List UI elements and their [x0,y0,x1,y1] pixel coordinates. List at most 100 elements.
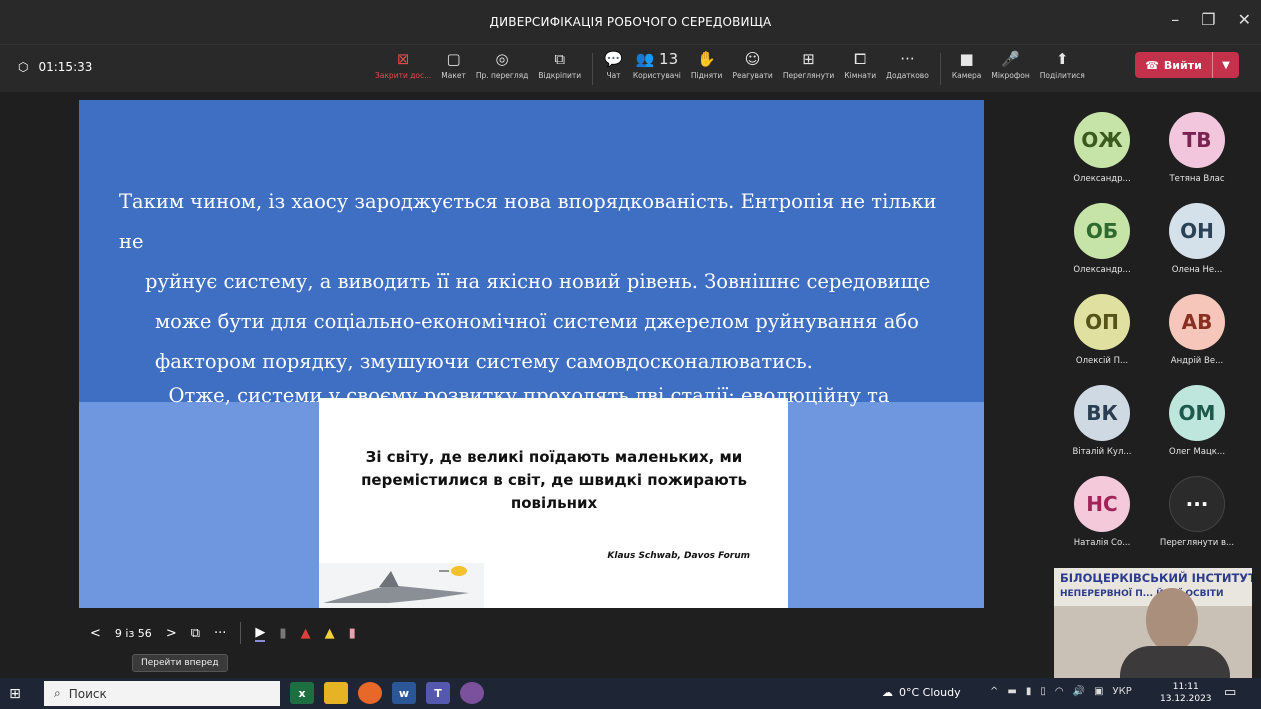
clock[interactable]: 11:11 13.12.2023 [1160,681,1212,705]
toolbar-label: Пр. перегляд [475,71,529,80]
network-icon[interactable]: ▬ [1007,686,1016,697]
pointer-tool-icon[interactable]: ▶ [255,625,266,642]
people-button[interactable]: 👥 13 Користувачі [628,49,686,89]
eraser-tool-icon[interactable]: ▮ [279,626,286,641]
leave-button[interactable]: ☎ Вийти ▼ [1135,52,1239,78]
view-grid-icon: ⊞ [802,50,815,68]
toolbar-label: Макет [441,71,466,80]
participant-name: Переглянути в... [1159,538,1235,548]
avatar: ОН [1169,203,1225,259]
more-button[interactable]: ··· Додатково [881,49,934,89]
people-icon: 👥 13 [635,50,679,68]
viber-icon[interactable] [460,682,484,704]
participant-tile[interactable]: ОБ Олександр... [1062,203,1142,275]
search-icon: ⌕ [54,686,61,700]
teams-icon[interactable]: T [426,682,450,704]
avatar: ОМ [1169,385,1225,441]
participant-tile[interactable]: НС Наталія Со... [1062,476,1142,548]
participant-name: Олег Мацк... [1168,447,1226,457]
hand-button[interactable]: ✋ Підняти [686,49,728,89]
mic-button[interactable]: 🎤 Мікрофон [986,49,1034,89]
system-tray: ^ ▬ ▮ ▯ ◠ 🔊 ▣ УКР [990,686,1132,697]
quote-card: Зі світу, де великі поїдають маленьких, … [319,398,788,608]
view-icon: ◎ [495,50,509,68]
pen-red-icon[interactable]: ▲ [301,626,311,641]
participant-tile[interactable]: ВК Віталій Кул... [1062,385,1142,457]
rooms-button[interactable]: ⧠ Кімнати [839,49,881,89]
participant-tile[interactable]: ОЖ Олександр... [1062,112,1142,184]
avatar: ОЖ [1074,112,1130,168]
taskbar-search[interactable]: ⌕ Поиск [44,681,280,706]
more-icon[interactable]: ··· [214,626,226,641]
maximize-button[interactable]: ❐ [1201,10,1215,29]
close-share-icon: ⊠ [396,50,410,68]
participant-tile[interactable]: ОН Олена Не... [1157,203,1237,275]
rooms-icon: ⧠ [854,50,867,68]
close-share-button[interactable]: ⊠ Закрити дос... [370,49,436,89]
weather-widget[interactable]: ☁ 0°C Cloudy [882,686,961,699]
share-button[interactable]: ⬆ Поділитися [1035,49,1090,89]
layout-icon: ▢ [446,50,461,68]
wifi-icon[interactable]: ◠ [1055,686,1064,697]
close-button[interactable]: ✕ [1238,10,1251,29]
participant-name: Віталій Кул... [1072,447,1132,457]
layout-button[interactable]: ▢ Макет [436,49,471,89]
window-titlebar: ДИВЕРСИФІКАЦІЯ РОБОЧОГО СЕРЕДОВИЩА – ❐ ✕ [0,0,1261,44]
chevron-up-icon[interactable]: ^ [990,686,998,697]
highlighter-yellow-icon[interactable]: ▲ [325,626,335,641]
participant-name: Олександр... [1073,265,1131,275]
speaker-video[interactable]: БІЛОЦЕРКІВСЬКИЙ ІНСТИТУТ НЕПЕРЕРВНОЇ П..… [1054,568,1252,678]
popout-button[interactable]: ⧉ Відкріпити [533,49,586,89]
view-grid-button[interactable]: ⊞ Переглянути [778,49,839,89]
notification-icon[interactable]: ▭ [1224,685,1236,700]
participant-tile[interactable]: АВ Андрій Ве... [1157,294,1237,366]
excel-icon[interactable]: x [290,682,314,704]
toolbar-buttons: ⊠ Закрити дос... ▢ Макет ◎ Пр. перегляд ⧉ Відкр… [370,49,1090,89]
participant-tile[interactable]: ОП Олексій П... [1062,294,1142,366]
language-indicator[interactable]: УКР [1113,686,1132,697]
battery-icon[interactable]: ▯ [1040,686,1046,697]
taskbar: ⊞ ⌕ Поиск x w T ☁ 0°C Cloudy ^ ▬ ▮ ▯ ◠ 🔊… [0,678,1261,709]
slide-page-counter: 9 із 56 [114,626,152,640]
view-button[interactable]: ◎ Пр. перегляд [471,49,534,89]
participant-tile[interactable]: ОМ Олег Мацк... [1157,385,1237,457]
prev-slide-button[interactable]: < [90,626,101,641]
camera-button[interactable]: ■ Камера [947,49,987,89]
avatar: ОБ [1074,203,1130,259]
avatar: ОП [1074,294,1130,350]
participant-name: Олена Не... [1171,265,1223,275]
participant-tile[interactable]: ТВ Тетяна Влас [1157,112,1237,184]
participant-name: Тетяна Влас [1169,174,1225,184]
volume-icon[interactable]: 🔊 [1073,686,1085,697]
phone-hangup-icon: ☎ [1145,58,1159,72]
toolbar-label: Користувачі [632,71,681,80]
shield-icon: ⬡ [18,60,29,74]
toolbar-label: Поділитися [1039,71,1085,80]
toolbar-label: Відкріпити [538,71,582,80]
tray-app-icon[interactable]: ▣ [1094,686,1103,697]
chevron-down-icon[interactable]: ▼ [1213,60,1239,71]
file-explorer-icon[interactable] [324,682,348,704]
chat-button[interactable]: 💬 Чат [599,49,628,89]
windows-start-icon[interactable]: ⊞ [0,686,30,702]
eraser-pink-icon[interactable]: ▮ [349,626,356,641]
view-all-participants[interactable]: ··· Переглянути в... [1157,476,1237,548]
grid-view-icon[interactable]: ⧉ [191,626,200,641]
minimize-button[interactable]: – [1171,10,1179,29]
avatar: ··· [1169,476,1225,532]
toolbar-separator [592,53,594,85]
word-icon[interactable]: w [392,682,416,704]
tooltip: Перейти вперед [132,654,228,672]
mic-icon: 🎤 [1001,50,1020,68]
slide-paragraph-2: руйнує систему, а виводить її на якісно … [145,270,931,293]
shark-image [319,563,484,608]
more-icon: ··· [900,50,915,68]
next-slide-button[interactable]: > [166,626,177,641]
shark-drawing [323,566,469,603]
search-placeholder: Поиск [68,686,107,701]
toolbar-label: Переглянути [782,71,835,80]
toolbar-label: Підняти [690,71,723,80]
usb-icon[interactable]: ▮ [1026,686,1032,697]
react-button[interactable]: ☺ Реагувати [727,49,777,89]
firefox-icon[interactable] [358,682,382,704]
